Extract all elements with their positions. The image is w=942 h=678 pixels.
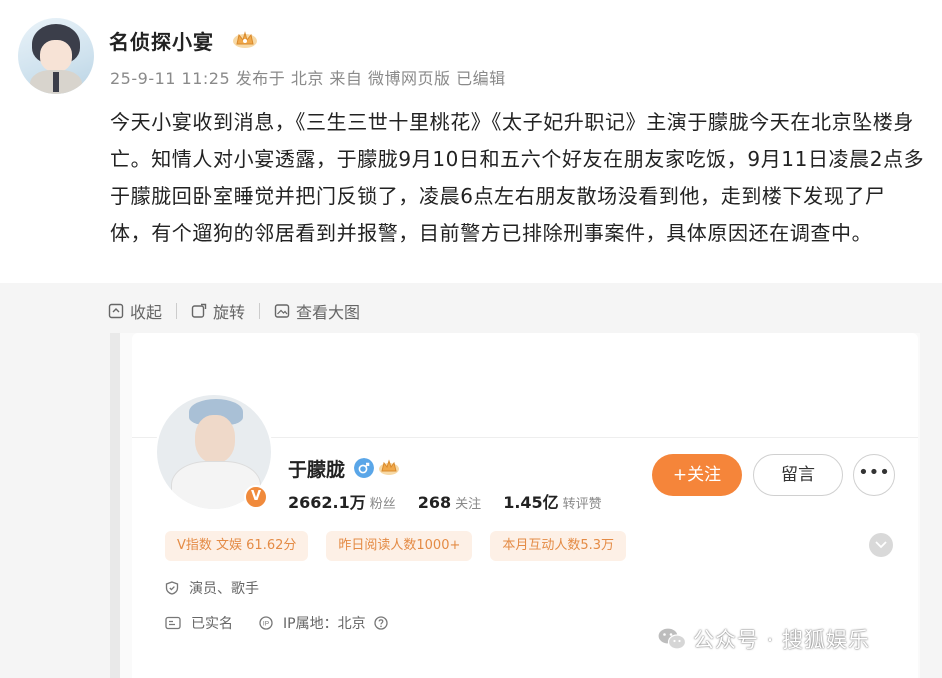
followers-label: 粉丝 xyxy=(369,497,396,512)
rotate-button[interactable]: 旋转 xyxy=(191,298,245,324)
following-label: 关注 xyxy=(455,497,482,512)
toolbar-divider xyxy=(259,303,261,319)
male-icon xyxy=(354,458,374,478)
interactions-stat: 1.45亿 转评赞 xyxy=(503,489,602,513)
svg-text:IP: IP xyxy=(263,621,269,628)
tag-interactions: 本月互动人数5.3万 xyxy=(490,531,627,561)
collapse-button[interactable]: 收起 xyxy=(108,298,162,324)
message-button: 留言 xyxy=(753,454,843,496)
ip-icon: IP xyxy=(259,616,273,630)
verification-row: 已实名 IP IP属地：北京 xyxy=(165,613,398,633)
image-toolbar: 收起 旋转 查看大图 xyxy=(108,298,374,324)
rotate-icon xyxy=(191,303,207,318)
tag-v-index: V指数 文娱 61.62分 xyxy=(165,531,309,561)
profile-stats: 2662.1万 粉丝 268 关注 1.45亿 转评赞 xyxy=(288,489,624,513)
chevron-down-icon xyxy=(875,541,887,549)
interactions-count: 1.45亿 xyxy=(503,493,559,512)
avatar-face xyxy=(195,415,235,463)
followers-stat: 2662.1万 粉丝 xyxy=(288,489,396,513)
embedded-image-edge xyxy=(110,333,120,678)
wechat-icon xyxy=(657,627,687,650)
rotate-label: 旋转 xyxy=(213,303,246,322)
following-count: 268 xyxy=(417,493,452,512)
toolbar-divider xyxy=(176,303,178,319)
image-icon xyxy=(274,304,290,318)
followers-count: 2662.1万 xyxy=(288,493,366,512)
ip-location-text: IP属地：北京 xyxy=(283,616,366,632)
expand-button xyxy=(869,533,893,557)
collapse-label: 收起 xyxy=(130,303,163,322)
post-meta: 25-9-11 11:25 发布于 北京 来自 微博网页版 已编辑 xyxy=(110,69,506,88)
occupation-text: 演员、歌手 xyxy=(189,581,259,597)
real-name-text: 已实名 xyxy=(191,616,233,632)
avatar-tie xyxy=(53,72,59,92)
question-icon xyxy=(373,616,388,630)
view-large-label: 查看大图 xyxy=(296,303,361,322)
verified-badge: V xyxy=(244,485,268,509)
collapse-icon xyxy=(108,303,124,319)
post-text: 今天小宴收到消息，《三生三世十里桃花》《太子妃升职记》主演于朦胧今天在北京坠楼身… xyxy=(110,110,925,245)
crown-icon xyxy=(233,31,257,48)
tag-reads: 昨日阅读人数1000+ xyxy=(326,531,473,561)
profile-tags: V指数 文娱 61.62分 昨日阅读人数1000+ 本月互动人数5.3万 xyxy=(165,531,644,561)
following-stat: 268 关注 xyxy=(418,493,481,512)
author-avatar[interactable] xyxy=(18,18,94,94)
watermark: 公众号 · 搜狐娱乐 xyxy=(657,624,870,654)
author-name[interactable]: 名侦探小宴 xyxy=(109,26,214,55)
interactions-label: 转评赞 xyxy=(562,497,602,512)
crown-icon xyxy=(379,459,399,475)
watermark-text: 公众号 · 搜狐娱乐 xyxy=(693,628,871,652)
avatar-face xyxy=(40,40,72,72)
view-large-button[interactable]: 查看大图 xyxy=(274,298,360,324)
follow-button: +关注 xyxy=(652,454,742,496)
id-card-icon xyxy=(165,616,181,630)
more-button: ••• xyxy=(853,454,895,496)
occupation-row: 演员、歌手 xyxy=(165,578,259,598)
shield-icon xyxy=(165,581,179,595)
profile-name: 于朦胧 xyxy=(288,459,346,481)
